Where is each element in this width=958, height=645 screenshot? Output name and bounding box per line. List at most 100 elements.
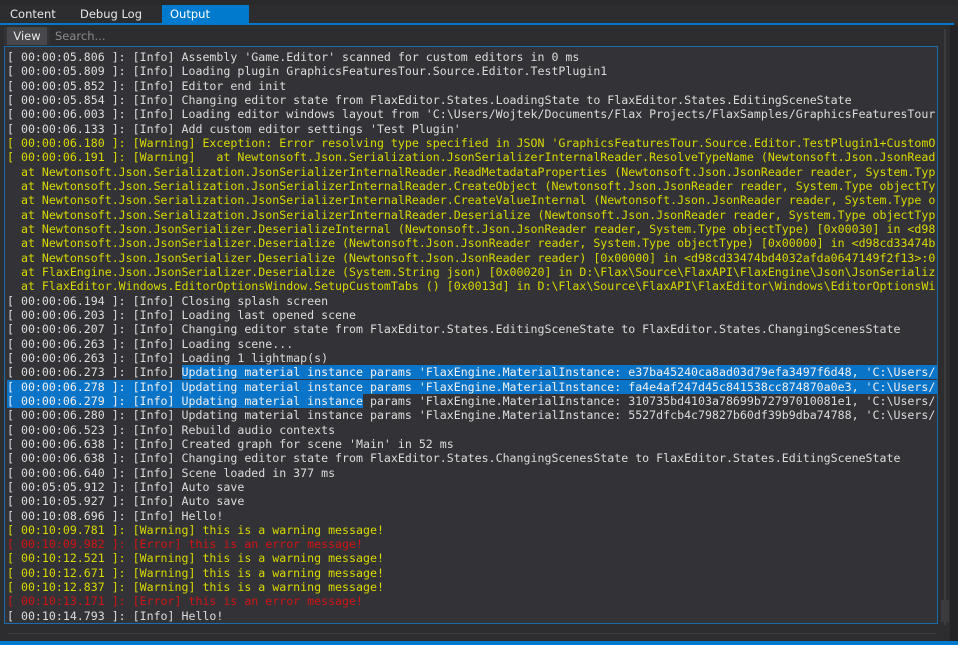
right-panel: [950, 25, 958, 641]
log-text: [ 00:00:06.133 ]: [Info] Add custom edit…: [7, 121, 461, 136]
log-text: [ 00:00:05.809 ]: [Info] Loading plugin …: [7, 64, 608, 79]
log-lines: [ 00:00:05.806 ]: [Info] Assembly 'Game.…: [7, 50, 938, 624]
tab-label: Content: [10, 7, 56, 21]
log-entry-info[interactable]: [ 00:00:06.003 ]: [Info] Loading editor …: [7, 107, 937, 122]
log-text: at Newtonsoft.Json.Serialization.JsonSer…: [7, 193, 936, 208]
selected-text: [ 00:00:06.279 ]: [Info] Updating materi…: [7, 393, 363, 408]
log-text: [ 00:00:06.003 ]: [Info] Loading editor …: [7, 107, 936, 122]
selected-text: [ 00:00:06.278 ]: [Info] Updating materi…: [7, 379, 937, 394]
log-text: [ 00:00:05.854 ]: [Info] Changing editor…: [7, 92, 852, 107]
log-text: at Newtonsoft.Json.Serialization.JsonSer…: [7, 178, 936, 193]
log-text: at Newtonsoft.Json.Serialization.JsonSer…: [7, 164, 936, 179]
log-text: [ 00:10:09.982 ]: [Error] this is an err…: [7, 537, 363, 552]
log-entry-warning[interactable]: at Newtonsoft.Json.JsonSerializer.Deseri…: [7, 222, 937, 236]
log-text: at Newtonsoft.Json.JsonSerializer.Deseri…: [7, 236, 936, 251]
log-entry-info[interactable]: [ 00:00:06.640 ]: [Info] Scene loaded in…: [7, 465, 937, 480]
log-entry-info[interactable]: [ 00:00:06.203 ]: [Info] Loading last op…: [7, 307, 937, 322]
log-text: [ 00:00:06.273 ]: [Info]: [7, 365, 182, 380]
log-text: [ 00:00:06.180 ]: [Warning] Exception: E…: [7, 135, 936, 150]
log-entry-warning[interactable]: at FlaxEditor.Windows.EditorOptionsWindo…: [7, 279, 937, 294]
search-input[interactable]: [50, 27, 938, 45]
tab-output-log[interactable]: Output Log✕: [162, 5, 249, 39]
log-entry-warning[interactable]: at Newtonsoft.Json.Serialization.JsonSer…: [7, 207, 937, 222]
log-entry-info[interactable]: [ 00:10:14.793 ]: [Info] Hello!: [7, 608, 937, 623]
log-text: [ 00:00:05.806 ]: [Info] Assembly 'Game.…: [7, 50, 580, 64]
log-entry-info[interactable]: [ 00:00:06.263 ]: [Info] Loading scene..…: [7, 336, 937, 351]
log-entry-info[interactable]: [ 00:00:06.523 ]: [Info] Rebuild audio c…: [7, 422, 937, 437]
log-text: [ 00:00:06.638 ]: [Info] Created graph f…: [7, 436, 454, 451]
log-entry-info[interactable]: [ 00:00:06.263 ]: [Info] Loading 1 light…: [7, 350, 937, 365]
log-text: [ 00:00:06.640 ]: [Info] Scene loaded in…: [7, 465, 336, 480]
log-text: params 'FlaxEngine.MaterialInstance: 310…: [362, 393, 936, 408]
selected-text: Updating material instance params 'FlaxE…: [181, 365, 937, 380]
log-text: at FlaxEditor.Windows.EditorOptionsWindo…: [7, 279, 936, 294]
vertical-scrollbar-track[interactable]: [944, 29, 946, 625]
log-entry-info[interactable]: [ 00:00:05.809 ]: [Info] Loading plugin …: [7, 64, 937, 79]
log-entry-error[interactable]: [ 00:10:09.982 ]: [Error] this is an err…: [7, 537, 937, 552]
tab-label: Debug Log: [80, 7, 143, 21]
log-entry-warning[interactable]: at Newtonsoft.Json.JsonSerializer.Deseri…: [7, 250, 937, 265]
log-text: [ 00:05:05.912 ]: [Info] Auto save: [7, 479, 245, 494]
log-entry-info[interactable]: [ 00:00:05.854 ]: [Info] Changing editor…: [7, 92, 937, 107]
log-entry-info[interactable]: [ 00:10:05.927 ]: [Info] Auto save: [7, 494, 937, 509]
log-text: [ 00:10:12.837 ]: [Warning] this is a wa…: [7, 580, 384, 595]
log-entry-warning[interactable]: at Newtonsoft.Json.Serialization.JsonSer…: [7, 178, 937, 193]
log-entry-warning[interactable]: [ 00:10:12.521 ]: [Warning] this is a wa…: [7, 551, 937, 566]
log-text: [ 00:10:14.793 ]: [Info] Hello!: [7, 608, 224, 623]
log-entry-warning[interactable]: at Newtonsoft.Json.JsonSerializer.Deseri…: [7, 236, 937, 251]
log-entry-info[interactable]: [ 00:00:06.638 ]: [Info] Changing editor…: [7, 451, 937, 466]
log-entry-info[interactable]: [ 00:00:06.207 ]: [Info] Changing editor…: [7, 322, 937, 337]
log-text: [ 00:00:06.207 ]: [Info] Changing editor…: [7, 322, 901, 337]
log-entry-warning[interactable]: at Newtonsoft.Json.Serialization.JsonSer…: [7, 164, 937, 179]
log-text: [ 00:10:12.521 ]: [Warning] this is a wa…: [7, 551, 384, 566]
view-button[interactable]: View: [7, 27, 47, 45]
log-text: [ 00:00:06.523 ]: [Info] Rebuild audio c…: [7, 422, 336, 437]
log-text: [ 00:10:12.671 ]: [Warning] this is a wa…: [7, 565, 384, 580]
log-entry-warning[interactable]: [ 00:10:09.781 ]: [Warning] this is a wa…: [7, 522, 937, 537]
log-entry-info[interactable]: [ 00:00:05.806 ]: [Info] Assembly 'Game.…: [7, 50, 937, 64]
log-entry-info[interactable]: [ 00:00:05.852 ]: [Info] Editor end init: [7, 78, 937, 93]
tab-content[interactable]: Content: [2, 5, 64, 23]
log-text: at Newtonsoft.Json.JsonSerializer.Deseri…: [7, 250, 936, 265]
status-bar: [0, 641, 958, 645]
divider: [8, 633, 936, 634]
log-entry-warning[interactable]: at Newtonsoft.Json.Serialization.JsonSer…: [7, 193, 937, 208]
log-text: at FlaxEngine.Json.JsonSerializer.Deseri…: [7, 264, 936, 279]
log-text: [ 00:10:08.696 ]: [Info] Hello!: [7, 508, 224, 523]
log-entry-error[interactable]: [ 00:10:13.171 ]: [Error] this is an err…: [7, 594, 937, 609]
log-text: [ 00:00:06.638 ]: [Info] Changing editor…: [7, 451, 901, 466]
vertical-scrollbar-thumb[interactable]: [941, 600, 949, 622]
log-entry-info[interactable]: [ 00:10:08.696 ]: [Info] Hello!: [7, 508, 937, 523]
log-entry-info[interactable]: [ 00:05:05.912 ]: [Info] Auto save: [7, 479, 937, 494]
log-entry-warning[interactable]: [ 00:10:12.837 ]: [Warning] this is a wa…: [7, 580, 937, 595]
log-entry-info[interactable]: [ 00:00:06.638 ]: [Info] Created graph f…: [7, 436, 937, 451]
log-entry-warning[interactable]: at FlaxEngine.Json.JsonSerializer.Deseri…: [7, 264, 937, 279]
log-entry-info[interactable]: [ 00:00:06.194 ]: [Info] Closing splash …: [7, 293, 937, 308]
log-entry-info[interactable]: [ 00:00:06.273 ]: [Info] Updating materi…: [7, 365, 937, 380]
log-text: at Newtonsoft.Json.Serialization.JsonSer…: [7, 207, 936, 222]
log-entry-info[interactable]: [ 00:00:06.279 ]: [Info] Updating materi…: [7, 393, 937, 408]
tab-bar: Content Debug Log Output Log✕: [0, 5, 958, 39]
log-text: [ 00:00:06.263 ]: [Info] Loading scene..…: [7, 336, 294, 351]
log-text: [ 00:00:06.191 ]: [Warning] at Newtonsof…: [7, 150, 936, 165]
log-entry-info[interactable]: [ 00:10:14.943 ]: [Info] Hello!: [7, 623, 938, 624]
log-entry-info[interactable]: [ 00:00:06.280 ]: [Info] Updating materi…: [7, 408, 937, 423]
tab-debug-log[interactable]: Debug Log: [72, 5, 150, 23]
output-log-panel[interactable]: [ 00:00:05.806 ]: [Info] Assembly 'Game.…: [4, 46, 938, 624]
log-text: [ 00:10:09.781 ]: [Warning] this is a wa…: [7, 522, 384, 537]
log-text: [ 00:10:05.927 ]: [Info] Auto save: [7, 494, 245, 509]
log-entry-warning[interactable]: [ 00:10:12.671 ]: [Warning] this is a wa…: [7, 565, 937, 580]
log-text: [ 00:10:14.943 ]: [Info] Hello!: [7, 623, 223, 624]
log-entry-info[interactable]: [ 00:00:06.278 ]: [Info] Updating materi…: [7, 379, 937, 394]
tab-underline: [0, 23, 954, 25]
log-text: [ 00:00:06.194 ]: [Info] Closing splash …: [7, 293, 329, 308]
log-toolbar: View: [4, 27, 938, 45]
log-text: [ 00:00:06.280 ]: [Info] Updating materi…: [7, 408, 936, 423]
log-text: [ 00:00:05.852 ]: [Info] Editor end init: [7, 78, 287, 93]
log-text: [ 00:00:06.263 ]: [Info] Loading 1 light…: [7, 350, 329, 365]
log-entry-warning[interactable]: [ 00:00:06.191 ]: [Warning] at Newtonsof…: [7, 150, 937, 165]
log-entry-warning[interactable]: [ 00:00:06.180 ]: [Warning] Exception: E…: [7, 135, 937, 150]
log-text: [ 00:10:13.171 ]: [Error] this is an err…: [7, 594, 363, 609]
log-entry-info[interactable]: [ 00:00:06.133 ]: [Info] Add custom edit…: [7, 121, 937, 136]
log-text: [ 00:00:06.203 ]: [Info] Loading last op…: [7, 307, 357, 322]
